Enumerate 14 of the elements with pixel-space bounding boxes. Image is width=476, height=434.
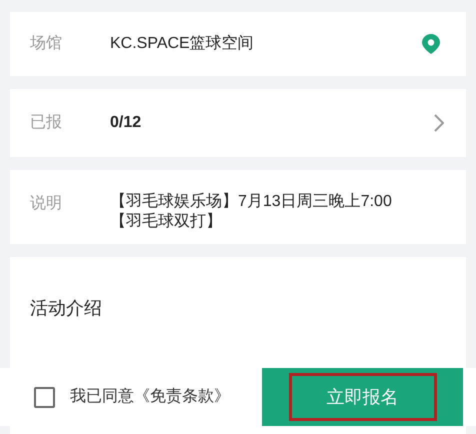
signed-up-row[interactable]: 已报 0/12 (10, 89, 466, 157)
section-title: 活动介绍 (30, 297, 103, 320)
agree-label[interactable]: 我已同意《免责条款》 (70, 385, 230, 409)
note-text: 【羽毛球娱乐场】7月13日周三晚上7:00 (110, 192, 392, 212)
signed-up-label: 已报 (30, 113, 63, 133)
venue-label: 场馆 (30, 34, 63, 54)
location-pin-icon[interactable] (422, 34, 440, 54)
note-text: 【羽毛球双打】 (110, 212, 223, 232)
signed-up-count: 0/12 (110, 113, 142, 133)
venue-value: KC.SPACE篮球空间 (110, 34, 255, 54)
note-label: 说明 (30, 194, 63, 214)
agree-checkbox[interactable] (34, 386, 55, 408)
chevron-right-icon (434, 114, 444, 132)
venue-row[interactable]: 场馆 KC.SPACE篮球空间 (10, 12, 466, 76)
